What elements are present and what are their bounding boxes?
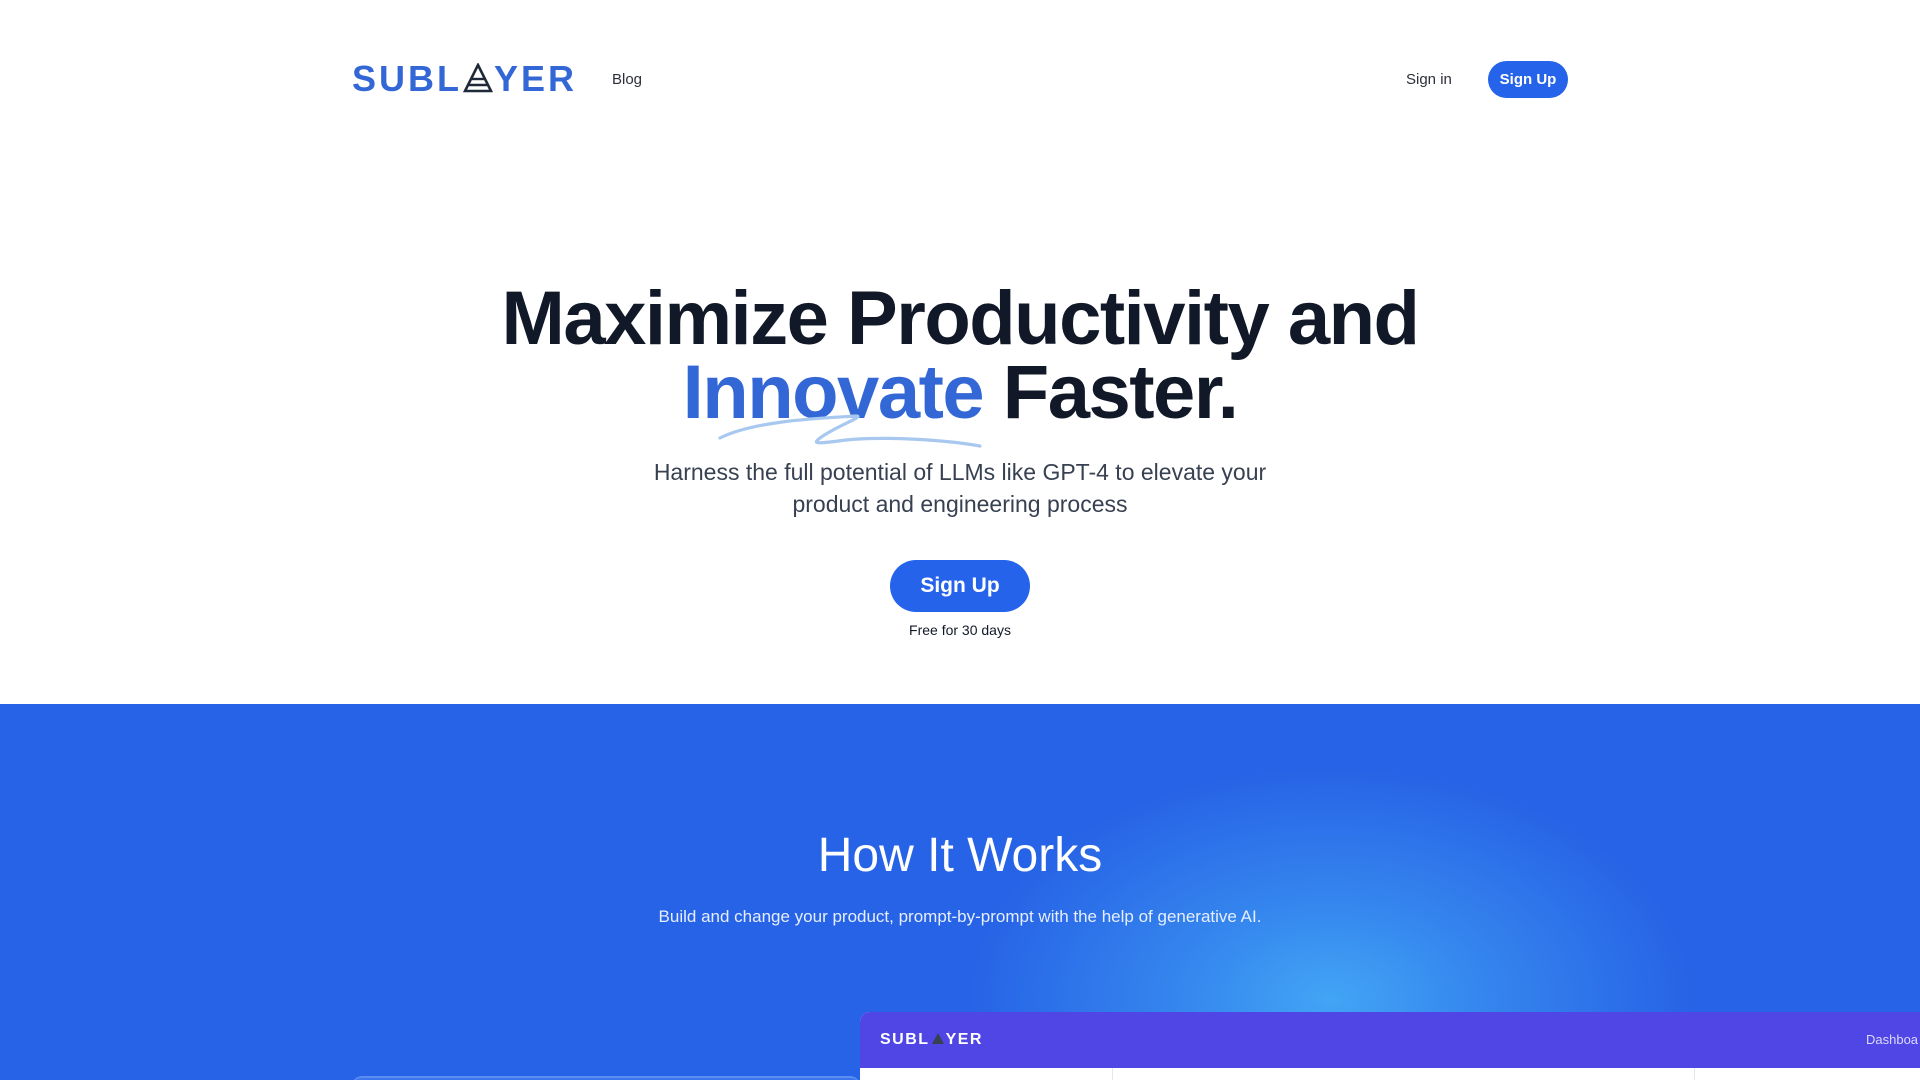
preview-divider <box>1112 1068 1113 1080</box>
hero-title-rest: Faster. <box>983 350 1239 435</box>
preview-header-bar: SUBL YER Dashboa <box>860 1012 1920 1068</box>
hero-subtitle: Harness the full potential of LLMs like … <box>0 456 1920 520</box>
logo-text-left: SUBL <box>352 58 462 99</box>
preview-logo: SUBL YER <box>880 1031 983 1049</box>
underline-scribble <box>718 414 982 448</box>
pyramid-icon <box>931 1033 944 1044</box>
blog-link[interactable]: Blog <box>612 71 642 88</box>
preview-logo-left: SUBL <box>880 1031 930 1048</box>
preview-dashboard-link[interactable]: Dashboa <box>1866 1032 1918 1047</box>
logo-text-right: YER <box>494 58 578 99</box>
sublayer-logo[interactable]: SUBL YER <box>352 58 577 99</box>
nav-sign-up-button[interactable]: Sign Up <box>1488 61 1568 98</box>
section-title: How It Works <box>817 829 1103 882</box>
how-it-works-section: How It Works Build and change your produ… <box>0 704 1920 1080</box>
sign-in-link[interactable]: Sign in <box>1406 71 1452 88</box>
free-trial-note: Free for 30 days <box>909 622 1011 638</box>
hero-subtitle-line1: Harness the full potential of LLMs like … <box>653 459 1267 485</box>
preview-logo-right: YER <box>945 1031 983 1048</box>
section-subtitle: Build and change your product, prompt-by… <box>658 907 1262 926</box>
hero-subtitle-line2: product and engineering process <box>792 491 1128 517</box>
preview-panel-left <box>352 1076 860 1080</box>
top-nav: SUBL YER Blog Sign in Sign Up <box>0 0 1920 160</box>
hero-title: Maximize Productivity and Innovate Faste… <box>0 281 1920 431</box>
app-preview-window: SUBL YER Dashboa <box>860 1012 1920 1080</box>
hero-title-line1: Maximize Productivity and <box>501 276 1420 361</box>
preview-divider <box>1694 1068 1695 1080</box>
pyramid-icon <box>463 63 493 93</box>
hero-sign-up-button[interactable]: Sign Up <box>890 560 1030 612</box>
